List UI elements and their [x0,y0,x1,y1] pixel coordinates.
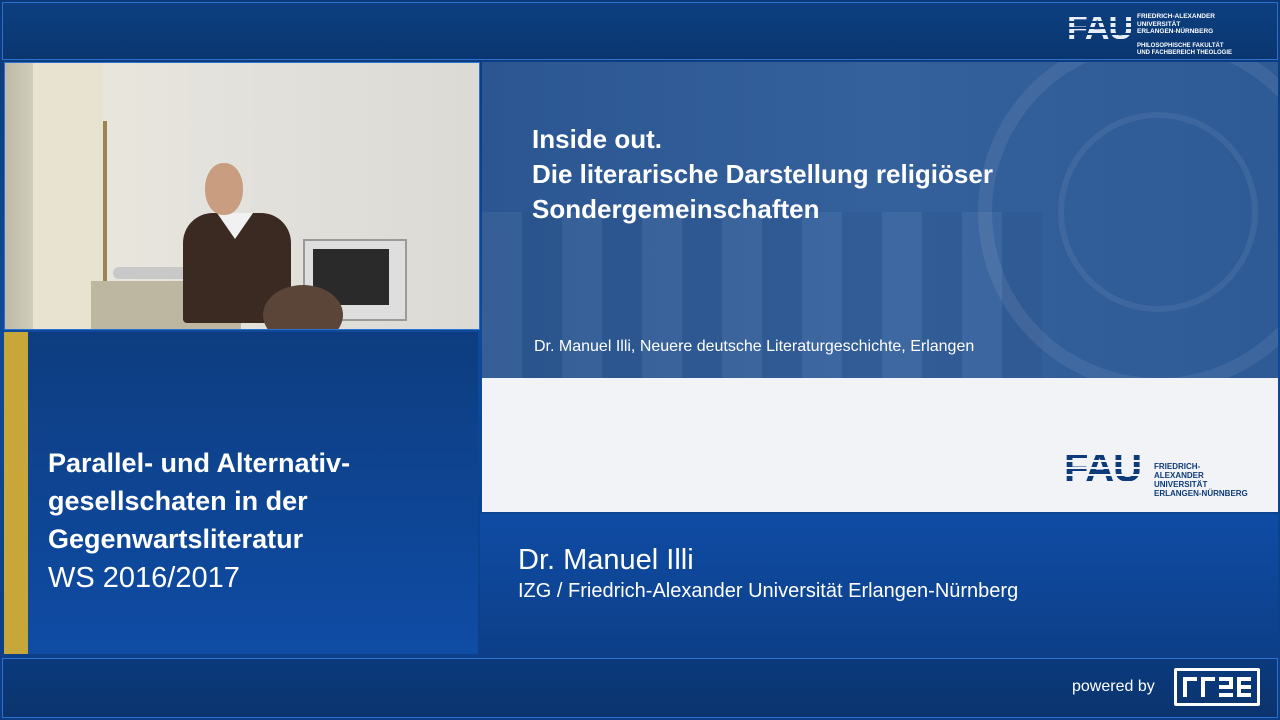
fau-slide-logo-letters: FAU [1064,446,1142,490]
fau-logo-header: FAU FRIEDRICH-ALEXANDER UNIVERSITÄT ERLA… [1067,9,1233,59]
fau-logo-letters: FAU [1067,9,1133,47]
fau-slide-logo-university-name: FRIEDRICH-ALEXANDER UNIVERSITÄT ERLANGEN… [1154,462,1248,498]
slide-title-area: Inside out. Die literarische Darstellung… [482,62,1278,378]
slide-title-line-2: Die literarische Darstellung religiöser [532,159,993,189]
slide-title-line-3: Sondergemeinschaften [532,194,820,224]
speaker-name: Dr. Manuel Illi [518,544,694,576]
header-bar: FAU FRIEDRICH-ALEXANDER UNIVERSITÄT ERLA… [2,2,1278,60]
course-title-line-1: Parallel- und Alternativ- [48,448,351,478]
slide-seal-inner [1058,112,1258,312]
video-speaker-head [205,163,243,215]
lecture-video[interactable] [4,62,480,330]
course-title-line-2: gesellschaten in der [48,486,308,516]
fau-logo-slide: FAU FRIEDRICH-ALEXANDER UNIVERSITÄT ERLA… [1064,446,1248,498]
course-accent-bar [4,332,28,654]
course-term: WS 2016/2017 [48,562,240,594]
fau-logo-faculty-name: PHILOSOPHISCHE FAKULTÄT UND FACHBEREICH … [1137,43,1233,56]
slide-title-line-1: Inside out. [532,124,662,154]
slide-title: Inside out. Die literarische Darstellung… [532,122,993,227]
slide-footer-area: FAU FRIEDRICH-ALEXANDER UNIVERSITÄT ERLA… [482,378,1278,512]
powered-by-label: powered by [1072,678,1155,695]
course-title: Parallel- und Alternativ- gesellschaten … [48,444,468,558]
fau-logo-university-name: FRIEDRICH-ALEXANDER UNIVERSITÄT ERLANGEN… [1137,13,1215,35]
slide-author: Dr. Manuel Illi, Neuere deutsche Literat… [534,338,975,355]
rrze-logo-icon[interactable] [1174,668,1260,706]
course-title-line-3: Gegenwartsliteratur [48,524,304,554]
speaker-institution: IZG / Friedrich-Alexander Universität Er… [518,580,1019,602]
